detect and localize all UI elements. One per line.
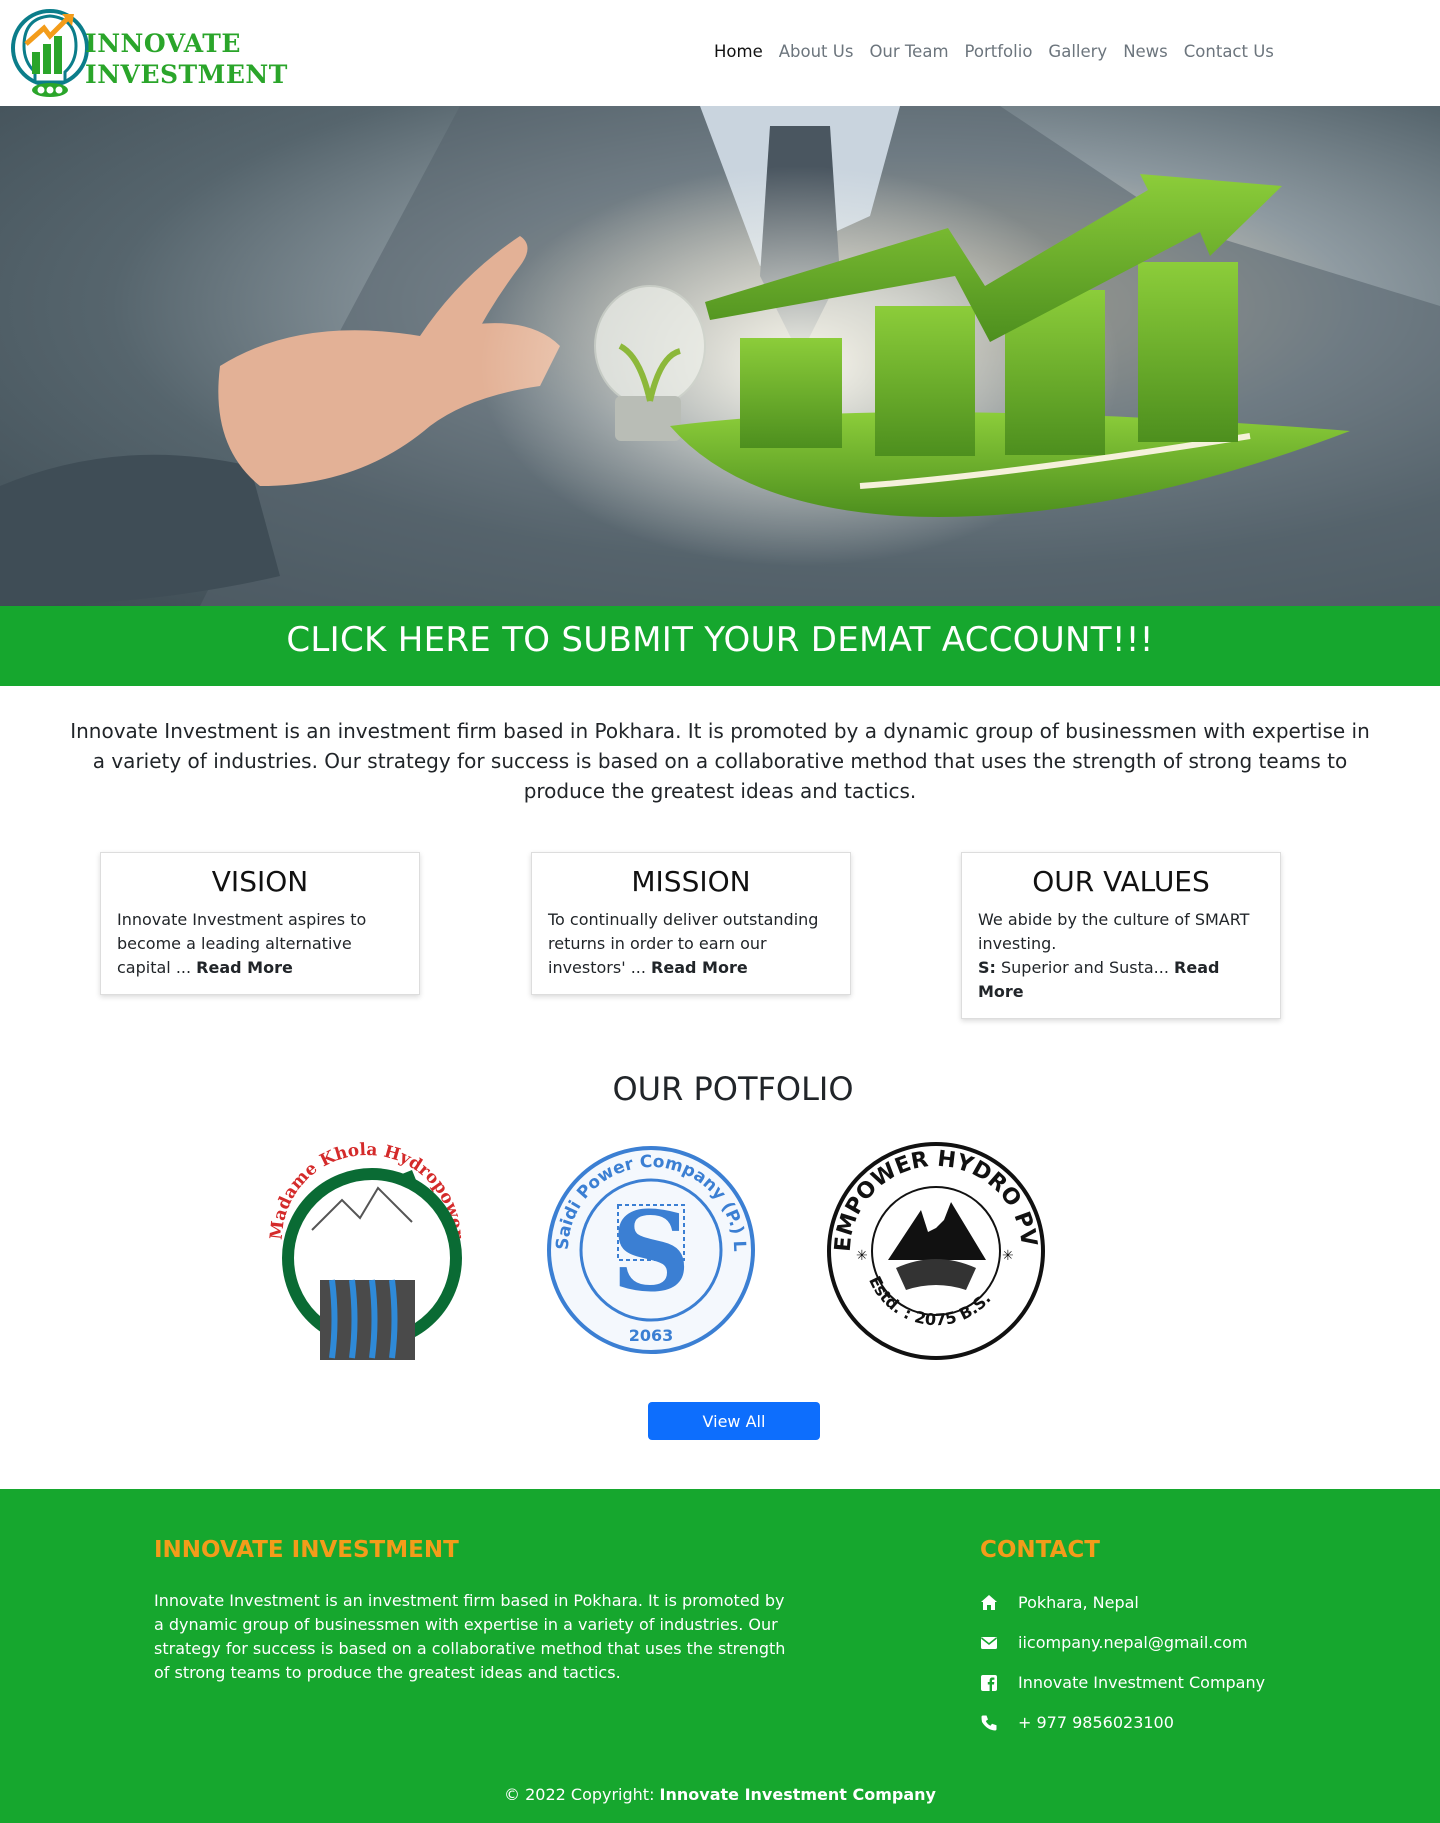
madame-khola-hydropower-logo: Madame Khola Hydropower	[267, 1140, 467, 1360]
growth-chart-illustration	[0, 106, 1440, 606]
footer-about-title: INNOVATE INVESTMENT	[154, 1537, 459, 1563]
home-icon	[981, 1594, 997, 1610]
empower-hydro-seal: EMPOWER HYDRO PVT. LTD. Estd. : 2075 B.S…	[817, 1121, 1045, 1360]
mission-card: MISSION To continually deliver outstandi…	[531, 852, 851, 995]
nav-gallery[interactable]: Gallery	[1048, 42, 1107, 61]
card-text: To continually deliver outstanding retur…	[548, 910, 819, 977]
main-nav: Home About Us Our Team Portfolio Gallery…	[714, 42, 1290, 61]
card-text: Innovate Investment aspires to become a …	[117, 910, 367, 977]
card-title: MISSION	[631, 865, 751, 898]
brand-name: INNOVATE INVESTMENT	[85, 28, 288, 90]
demat-banner: CLICK HERE TO SUBMIT YOUR DEMAT ACCOUNT!…	[0, 606, 1440, 686]
card-title: OUR VALUES	[1032, 865, 1210, 898]
phone-icon	[981, 1715, 997, 1730]
svg-text:S: S	[611, 1187, 690, 1316]
svg-text:✳: ✳	[856, 1248, 868, 1264]
values-card: OUR VALUES We abide by the culture of SM…	[961, 852, 1281, 1019]
intro-text: Innovate Investment is an investment fir…	[70, 719, 1370, 803]
nav-portfolio[interactable]: Portfolio	[965, 42, 1033, 61]
svg-text:✳: ✳	[1002, 1248, 1014, 1264]
facebook-icon	[981, 1674, 997, 1691]
vision-card: VISION Innovate Investment aspires to be…	[100, 852, 420, 995]
saidi-power-company-stamp: Saidi Power Company (P.) Ltd. 2063 S	[540, 1125, 755, 1354]
brand-line-1: INNOVATE	[85, 29, 241, 58]
nav-our-team[interactable]: Our Team	[869, 42, 948, 61]
read-more-link[interactable]: Read More	[196, 958, 293, 977]
madame-khola-logo[interactable]: Madame Khola Hydropower	[262, 1140, 472, 1364]
card-title: VISION	[211, 865, 309, 898]
bulb-logo-icon	[11, 9, 89, 97]
footer-contact-title: CONTACT	[980, 1537, 1100, 1563]
footer: INNOVATE INVESTMENT Innovate Investment …	[0, 1489, 1440, 1823]
footer-address: Pokhara, Nepal	[980, 1593, 1139, 1612]
footer-phone[interactable]: + 977 9856023100	[980, 1713, 1174, 1732]
nav-about-us[interactable]: About Us	[779, 42, 854, 61]
saidi-stamp-year: 2063	[629, 1326, 674, 1345]
submit-demat-link[interactable]: CLICK HERE TO SUBMIT YOUR DEMAT ACCOUNT!…	[286, 620, 1153, 660]
nav-news[interactable]: News	[1123, 42, 1168, 61]
portfolio-title: OUR POTFOLIO	[612, 1070, 854, 1108]
hero-image	[0, 106, 1440, 606]
envelope-icon	[981, 1636, 997, 1649]
card-text: We abide by the culture of SMART investi…	[978, 910, 1250, 1001]
empower-hydro-logo[interactable]: EMPOWER HYDRO PVT. LTD. Estd. : 2075 B.S…	[817, 1121, 1046, 1366]
footer-facebook[interactable]: Innovate Investment Company	[980, 1673, 1265, 1692]
brand-line-2: INVESTMENT	[85, 60, 288, 89]
nav-home[interactable]: Home	[714, 42, 763, 61]
read-more-link[interactable]: Read More	[651, 958, 748, 977]
copyright: © 2022 Copyright: Innovate Investment Co…	[504, 1785, 936, 1804]
view-all-button[interactable]: View All	[648, 1402, 820, 1440]
footer-about-text: Innovate Investment is an investment fir…	[154, 1591, 786, 1682]
saidi-power-logo[interactable]: Saidi Power Company (P.) Ltd. 2063 S	[540, 1125, 756, 1364]
footer-email[interactable]: iicompany.nepal@gmail.com	[980, 1633, 1248, 1652]
navbar: INNOVATE INVESTMENT Home About Us Our Te…	[0, 0, 1440, 106]
copyright-company-link[interactable]: Innovate Investment Company	[660, 1785, 936, 1804]
nav-contact-us[interactable]: Contact Us	[1184, 42, 1274, 61]
